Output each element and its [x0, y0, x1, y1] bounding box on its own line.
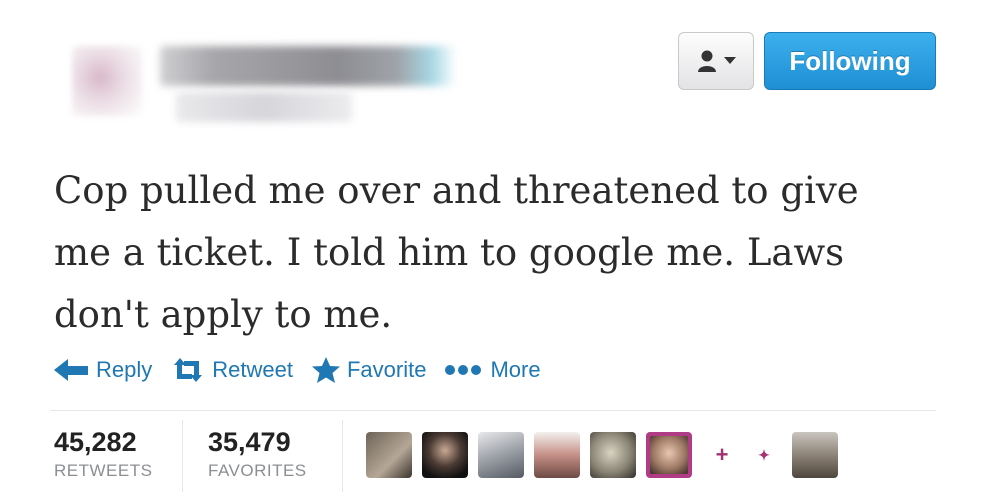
divider: [50, 410, 936, 411]
favorites-label: FAVORITES: [208, 461, 307, 480]
favorites-count: 35,479: [208, 427, 291, 457]
tweet-header: Following: [0, 0, 996, 140]
retweet-action[interactable]: Retweet: [170, 357, 293, 383]
plus-icon: +: [715, 442, 729, 467]
favorite-action[interactable]: Favorite: [311, 356, 426, 384]
avatar[interactable]: [366, 432, 412, 478]
user-actions-dropdown-button[interactable]: [678, 32, 754, 90]
tweet-card: Following Cop pulled me over and threate…: [0, 0, 996, 504]
favorites-stat[interactable]: 35,479 FAVORITES: [208, 426, 307, 482]
author-name-blurred[interactable]: [160, 46, 456, 86]
retweets-label: RETWEETS: [54, 461, 153, 480]
retweets-count: 45,282: [54, 427, 137, 457]
stat-separator: [342, 420, 343, 492]
more-dots-icon: [445, 365, 482, 375]
caret-down-icon: [724, 57, 736, 64]
stat-separator: [182, 420, 183, 492]
avatar[interactable]: [422, 432, 468, 478]
favorite-label: Favorite: [346, 357, 427, 382]
retweets-stat[interactable]: 45,282 RETWEETS: [54, 426, 152, 482]
more-label: More: [490, 357, 541, 382]
tweet-text: Cop pulled me over and threatened to giv…: [54, 160, 934, 346]
reply-arrow-icon: [54, 359, 88, 381]
retweet-icon: [174, 358, 203, 382]
more-action[interactable]: More: [444, 357, 541, 383]
sparkle-icon: ✦: [758, 446, 770, 463]
tweet-text-line: don't apply to me.: [54, 293, 393, 336]
person-icon: [698, 50, 716, 72]
tweet-text-line: Cop pulled me over and threatened to giv…: [54, 169, 859, 212]
retweet-label: Retweet: [212, 357, 293, 382]
avatar[interactable]: [792, 432, 838, 478]
author-handle-blurred: [176, 92, 352, 122]
avatar[interactable]: [646, 432, 692, 478]
avatar[interactable]: [590, 432, 636, 478]
reply-label: Reply: [96, 357, 153, 382]
avatar[interactable]: [534, 432, 580, 478]
tweet-actions: Reply Retweet Favorite More: [54, 352, 559, 388]
avatar[interactable]: [478, 432, 524, 478]
favoriter-avatars: + ✦: [366, 430, 848, 480]
tweet-text-line: me a ticket. I told him to google me. La…: [54, 231, 845, 274]
star-icon: [311, 357, 340, 383]
reply-action[interactable]: Reply: [54, 357, 152, 383]
following-button[interactable]: Following: [764, 32, 936, 90]
author-avatar-blurred[interactable]: [72, 46, 142, 116]
